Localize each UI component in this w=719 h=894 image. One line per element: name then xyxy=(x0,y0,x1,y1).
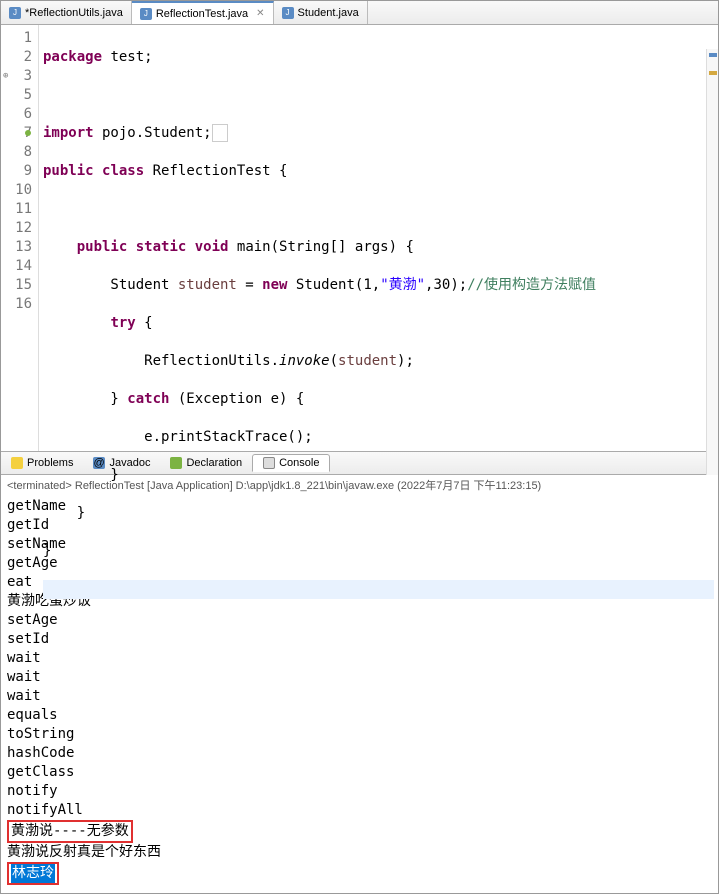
problems-icon xyxy=(11,457,23,469)
tab-label: ReflectionTest.java xyxy=(156,8,248,20)
editor-tabs: J *ReflectionUtils.java J ReflectionTest.j… xyxy=(1,1,718,25)
tab-reflectiontest[interactable]: J ReflectionTest.java ✕ xyxy=(132,1,274,24)
java-file-icon: J xyxy=(9,7,21,19)
java-file-icon: J xyxy=(282,7,294,19)
code-editor[interactable]: 1 2 3 5 6 7 8 9 10 11 12 13 14 15 16 pac… xyxy=(1,25,718,451)
highlight-box: 黄渤说----无参数 xyxy=(7,820,133,843)
tab-reflectionutils[interactable]: J *ReflectionUtils.java xyxy=(1,1,132,24)
tab-student[interactable]: J Student.java xyxy=(274,1,368,24)
selection: 林志玲 xyxy=(11,864,55,883)
code-area[interactable]: package test; import pojo.Student; publi… xyxy=(39,25,718,451)
java-file-icon: J xyxy=(140,8,152,20)
highlight-box: 林志玲 xyxy=(7,862,59,885)
tab-label: *ReflectionUtils.java xyxy=(25,7,123,19)
close-icon[interactable]: ✕ xyxy=(256,8,264,19)
overview-ruler[interactable] xyxy=(706,49,718,475)
tab-label: Student.java xyxy=(298,7,359,19)
line-gutter: 1 2 3 5 6 7 8 9 10 11 12 13 14 15 16 xyxy=(1,25,39,451)
